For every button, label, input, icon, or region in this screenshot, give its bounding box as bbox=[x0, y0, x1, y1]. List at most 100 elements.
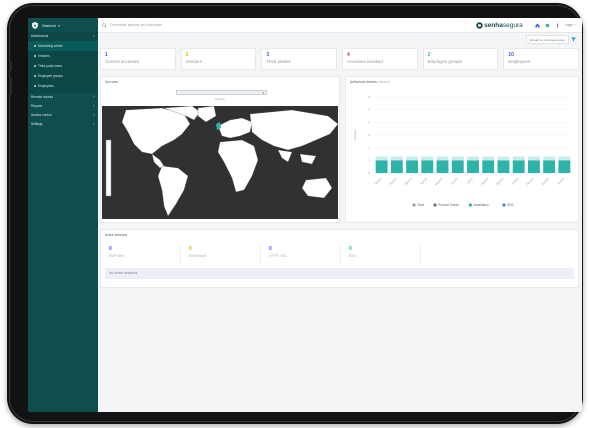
panel-title: Vpn view bbox=[105, 80, 118, 84]
bar-installation[interactable] bbox=[375, 156, 388, 161]
select-label: Country bbox=[215, 97, 225, 101]
session-card[interactable]: 0 HTTP/ VNC bbox=[265, 243, 341, 263]
stat-value: 4 bbox=[347, 52, 350, 58]
legend-swatch bbox=[502, 203, 506, 207]
home-icon[interactable] bbox=[535, 23, 540, 28]
vpn-map-panel: Vpn view ▾ Country bbox=[100, 76, 340, 223]
stat-card[interactable]: 1 Current accesses bbox=[100, 48, 176, 70]
nav-section-label: Access control bbox=[31, 113, 52, 117]
bar-product-owner[interactable] bbox=[512, 160, 525, 173]
stat-value: 3 bbox=[266, 52, 270, 58]
nav-menu: Dashboards ˄ Monitoring center Vendors T… bbox=[28, 32, 98, 129]
bar-installation[interactable] bbox=[558, 156, 571, 161]
bar-installation[interactable] bbox=[436, 156, 449, 161]
bar-installation[interactable] bbox=[497, 156, 510, 161]
bar-product-owner[interactable] bbox=[451, 160, 464, 173]
brand-name-thin: segura bbox=[502, 21, 523, 29]
stat-cards: 1 Current accesses 2 Vendors 3 Third partie… bbox=[100, 48, 580, 70]
nav-section-dashboards[interactable]: Dashboards ˄ bbox=[28, 32, 98, 41]
x-tick-label: Aug/23 bbox=[480, 177, 489, 186]
bar-installation[interactable] bbox=[527, 156, 540, 161]
bar-installation[interactable] bbox=[482, 156, 495, 161]
chevron-down-icon: ˅ bbox=[93, 104, 95, 108]
stat-label: Third parties bbox=[266, 59, 291, 64]
chevron-up-icon: ˄ bbox=[93, 34, 95, 38]
bar-product-owner[interactable] bbox=[497, 160, 510, 173]
bar-installation[interactable] bbox=[451, 156, 464, 161]
nav-section-reports[interactable]: Reports ˅ bbox=[28, 102, 98, 111]
bar-product-owner[interactable] bbox=[390, 160, 403, 173]
bar-product-owner[interactable] bbox=[421, 160, 434, 173]
filter-bar: Vendor or employee group bbox=[98, 33, 582, 46]
sidebar: Startum ▾ Dashboards ˄ Monitoring center… bbox=[28, 18, 98, 412]
stat-label: Employees bbox=[508, 59, 531, 64]
zoom-slider[interactable] bbox=[105, 139, 112, 197]
authorized-devices-panel: Authorized devices (Vendor) Devices 6 5 4 3 2… bbox=[345, 76, 579, 223]
bar-product-owner[interactable] bbox=[467, 160, 479, 173]
x-tick-label: Jan/24 bbox=[556, 177, 565, 186]
stat-card[interactable]: 2 Vendors bbox=[180, 48, 257, 70]
x-tick-label: Mar/23 bbox=[404, 177, 413, 186]
nav-section-remote-access[interactable]: Remote access ˅ bbox=[28, 93, 98, 102]
chevron-down-icon: ˅ bbox=[93, 95, 95, 99]
stat-label: Vendors bbox=[185, 59, 202, 64]
bar-product-owner[interactable] bbox=[558, 160, 571, 173]
shield-icon bbox=[32, 21, 38, 29]
devices-bar-chart: Devices 6 5 4 3 2 1 0 Jan/23 Feb/23 Mar/23 Apr/23 Ma… bbox=[353, 95, 572, 207]
nav-item-vendors[interactable]: Vendors bbox=[28, 51, 98, 61]
search-icon bbox=[102, 22, 107, 28]
org-switcher[interactable]: Startum ▾ bbox=[28, 18, 98, 32]
stat-card[interactable]: 3 Third parties bbox=[261, 48, 338, 70]
session-card[interactable]: 0 SSO bbox=[345, 243, 421, 263]
stat-value: 10 bbox=[508, 52, 514, 58]
legend-swatch bbox=[412, 203, 416, 207]
help-icon[interactable] bbox=[555, 23, 560, 28]
legend-label: Installation bbox=[473, 203, 488, 207]
nav-item-employees[interactable]: Employees bbox=[28, 81, 98, 91]
group-filter-select[interactable]: Vendor or employee group bbox=[525, 35, 569, 44]
bar-installation[interactable] bbox=[512, 156, 525, 161]
search-input[interactable]: Credentials, pending and information bbox=[110, 23, 476, 27]
session-card[interactable]: 0 SSH/Telnet bbox=[185, 243, 261, 263]
session-value: 0 bbox=[349, 246, 352, 252]
bar-product-owner[interactable] bbox=[406, 160, 419, 173]
stat-value: 2 bbox=[185, 52, 189, 58]
bar-installation[interactable] bbox=[467, 156, 479, 161]
bar-product-owner[interactable] bbox=[527, 160, 540, 173]
x-tick-label: Jul/23 bbox=[466, 177, 474, 185]
bar-installation[interactable] bbox=[390, 156, 403, 161]
nav-group-dashboards: Dashboards ˄ Monitoring center Vendors T… bbox=[28, 32, 98, 93]
nav-section-settings[interactable]: Settings ˅ bbox=[28, 120, 98, 129]
x-tick-label: Jun/23 bbox=[450, 177, 459, 186]
tablet-frame: Startum ▾ Dashboards ˄ Monitoring center… bbox=[7, 3, 583, 424]
bar-installation[interactable] bbox=[406, 156, 419, 161]
bar-installation[interactable] bbox=[421, 156, 434, 161]
x-tick-label: May/23 bbox=[434, 177, 444, 187]
filter-icon[interactable] bbox=[571, 37, 576, 42]
stat-card[interactable]: 4 Accesses revoked bbox=[342, 48, 418, 70]
empty-state-message: No active sessions bbox=[105, 268, 574, 279]
bar-product-owner[interactable] bbox=[482, 160, 495, 173]
bar-product-owner[interactable] bbox=[543, 160, 556, 173]
session-card[interactable]: 0 RDP Web bbox=[105, 243, 181, 263]
chevron-down-icon: ˅ bbox=[93, 113, 95, 117]
country-select[interactable]: ▾ bbox=[176, 90, 267, 95]
session-label: HTTP/ VNC bbox=[269, 254, 287, 258]
session-cards: 0 RDP Web 0 SSH/Telnet 0 HTTP/ VNC 0 SSO bbox=[105, 243, 421, 263]
nav-item-employee-groups[interactable]: Employee groups bbox=[28, 71, 98, 81]
y-tick-label: 5 bbox=[368, 108, 370, 112]
nav-section-access-control[interactable]: Access control ˅ bbox=[28, 111, 98, 120]
y-tick-label: 0 bbox=[368, 171, 370, 175]
nav-item-monitoring-center[interactable]: Monitoring center bbox=[28, 41, 98, 51]
session-label: SSO bbox=[349, 254, 357, 258]
world-map[interactable] bbox=[102, 106, 338, 219]
user-menu[interactable]: Login ~ bbox=[565, 23, 576, 27]
chevron-down-icon: ▾ bbox=[262, 90, 264, 95]
bar-product-owner[interactable] bbox=[375, 160, 388, 173]
bar-installation[interactable] bbox=[543, 156, 556, 161]
notification-icon[interactable] bbox=[545, 23, 550, 28]
stat-card[interactable]: 10 Employees bbox=[503, 48, 580, 70]
bar-product-owner[interactable] bbox=[436, 160, 449, 173]
stat-card[interactable]: 2 Employee groups bbox=[422, 48, 499, 70]
nav-item-third-party-users[interactable]: Third-party users bbox=[28, 61, 98, 71]
